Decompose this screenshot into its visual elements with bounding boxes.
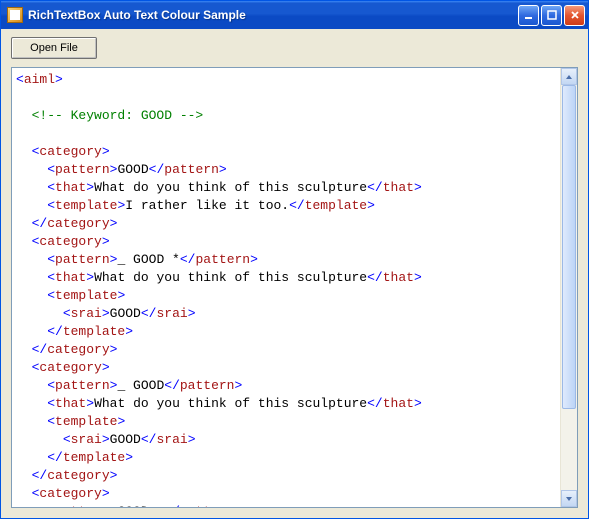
scroll-up-button[interactable] bbox=[561, 68, 577, 85]
toolbar: Open File bbox=[1, 29, 588, 67]
chevron-down-icon bbox=[565, 496, 573, 502]
close-button[interactable] bbox=[564, 5, 585, 26]
scroll-track[interactable] bbox=[561, 85, 577, 490]
chevron-up-icon bbox=[565, 74, 573, 80]
vertical-scrollbar[interactable] bbox=[560, 68, 577, 507]
window-buttons bbox=[518, 5, 585, 26]
maximize-icon bbox=[547, 10, 557, 20]
editor-container: <aiml> <!-- Keyword: GOOD --> <category>… bbox=[11, 67, 578, 508]
close-icon bbox=[570, 10, 580, 20]
app-icon bbox=[7, 7, 23, 23]
scroll-down-button[interactable] bbox=[561, 490, 577, 507]
app-window: RichTextBox Auto Text Colour Sample Open… bbox=[0, 0, 589, 519]
minimize-button[interactable] bbox=[518, 5, 539, 26]
scroll-thumb[interactable] bbox=[562, 85, 576, 409]
maximize-button[interactable] bbox=[541, 5, 562, 26]
minimize-icon bbox=[524, 10, 534, 20]
window-title: RichTextBox Auto Text Colour Sample bbox=[28, 8, 518, 22]
open-file-button[interactable]: Open File bbox=[11, 37, 97, 59]
rich-text-box[interactable]: <aiml> <!-- Keyword: GOOD --> <category>… bbox=[12, 68, 560, 507]
titlebar: RichTextBox Auto Text Colour Sample bbox=[1, 1, 588, 29]
